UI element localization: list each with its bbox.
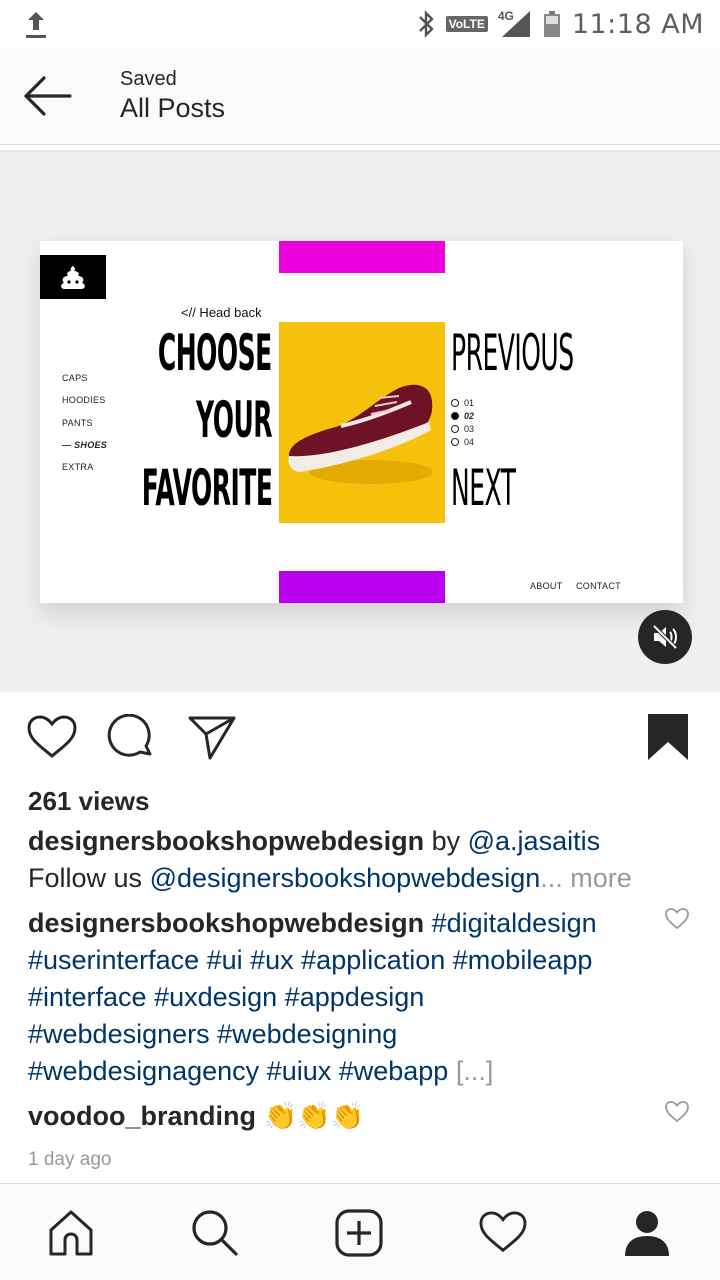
nav-search[interactable]	[188, 1206, 242, 1260]
caption-author[interactable]: designersbookshopwebdesign	[28, 826, 424, 856]
headline-favorite: FAVORITE	[141, 459, 272, 517]
post-media[interactable]: <// Head back CHOOSE YOUR FAVORITE PREVI…	[0, 152, 720, 692]
nav-activity[interactable]	[476, 1206, 530, 1260]
nav-new-post[interactable]	[332, 1206, 386, 1260]
comment-text: 👏👏👏	[263, 1101, 365, 1131]
nav-home[interactable]	[44, 1206, 98, 1260]
bookmark-filled-icon	[648, 714, 688, 760]
pager: 01 02 03 04	[451, 396, 474, 448]
post-timestamp: 1 day ago	[28, 1149, 112, 1170]
paper-plane-icon	[188, 716, 236, 760]
back-button[interactable]	[18, 72, 78, 122]
more-link[interactable]: ... more	[540, 863, 632, 893]
menu-item-shoes: — SHOES	[62, 440, 108, 450]
headline-your: YOUR	[195, 391, 273, 449]
comment-like-icon[interactable]	[664, 1100, 690, 1124]
caption-by: by	[431, 826, 461, 856]
previous-label: PREVIOUS	[451, 324, 574, 382]
menu-item-hoodies: HOODIES	[62, 395, 106, 405]
sneaker-image	[288, 384, 433, 484]
accent-bar-top	[279, 241, 445, 273]
footer-link-contact: CONTACT	[576, 581, 621, 591]
product-panel	[279, 322, 445, 523]
post-image: <// Head back CHOOSE YOUR FAVORITE PREVI…	[40, 241, 683, 603]
caption-follow-line: Follow us @designersbookshopwebdesign...…	[28, 863, 632, 894]
header-subtitle: Saved	[120, 68, 177, 90]
follow-prefix: Follow us	[28, 863, 143, 893]
home-icon	[49, 1210, 93, 1256]
bluetooth-icon	[418, 10, 434, 38]
like-button[interactable]	[26, 714, 78, 762]
status-bar: VoLTE 4G 11:18 AM	[0, 0, 720, 48]
header: Saved All Posts	[0, 48, 720, 145]
accent-bar-bottom	[279, 571, 445, 603]
menu-item-pants: PANTS	[62, 418, 93, 428]
view-count: 261 views	[28, 786, 150, 816]
pager-item-active: 02	[451, 409, 474, 422]
menu-item-extra: EXTRA	[62, 462, 94, 472]
next-label: NEXT	[451, 459, 516, 517]
pager-item: 03	[451, 422, 474, 435]
pager-item: 04	[451, 435, 474, 448]
comment-button[interactable]	[106, 713, 158, 762]
hashtag[interactable]: #digitaldesign	[432, 908, 597, 938]
comment-row: voodoo_branding 👏👏👏	[28, 1100, 364, 1132]
menu-item-caps: CAPS	[62, 373, 88, 383]
nav-profile[interactable]	[620, 1206, 674, 1260]
comment-hashtags[interactable]: #webdesignagency #uiux #webapp	[28, 1056, 448, 1086]
page-title: All Posts	[120, 93, 226, 123]
headline-choose: CHOOSE	[158, 324, 272, 382]
save-button[interactable]	[644, 714, 696, 762]
search-icon	[192, 1210, 238, 1256]
comment-like-icon[interactable]	[664, 907, 690, 931]
head-back-link: <// Head back	[181, 305, 262, 320]
heart-icon	[479, 1211, 527, 1253]
signal-icon: 4G	[498, 9, 532, 39]
follow-mention[interactable]: @designersbookshopwebdesign	[150, 863, 541, 893]
comment-hashtags[interactable]: #webdesigners #webdesigning	[28, 1019, 397, 1050]
footer-link-about: ABOUT	[530, 581, 563, 591]
battery-icon	[543, 11, 560, 37]
comment-icon	[107, 713, 152, 757]
pager-item: 01	[451, 396, 474, 409]
comment-user[interactable]: voodoo_branding	[28, 1101, 256, 1131]
heart-icon	[27, 715, 77, 758]
mute-button[interactable]	[638, 610, 692, 664]
credit-mention[interactable]: @a.jasaitis	[468, 826, 600, 856]
upload-icon	[26, 12, 46, 38]
caption-line: designersbookshopwebdesign by @a.jasaiti…	[28, 826, 600, 857]
arrow-left-icon	[24, 76, 72, 116]
comment-hashtags-last: #webdesignagency #uiux #webapp [...]	[28, 1056, 493, 1087]
poop-logo-icon	[61, 266, 85, 289]
comment-user[interactable]: designersbookshopwebdesign	[28, 908, 424, 938]
profile-icon	[625, 1211, 669, 1256]
status-time: 11:18 AM	[571, 8, 704, 40]
share-button[interactable]	[186, 714, 238, 762]
add-post-icon	[335, 1209, 383, 1257]
comment-row: designersbookshopwebdesign #digitaldesig…	[28, 908, 597, 939]
comment-hashtags[interactable]: #interface #uxdesign #appdesign	[28, 982, 424, 1013]
brand-logo	[40, 255, 106, 299]
volte-badge: VoLTE	[445, 16, 488, 32]
post-actions	[0, 692, 720, 782]
volume-off-icon	[652, 624, 678, 650]
comment-hashtags[interactable]: #userinterface #ui #ux #application #mob…	[28, 945, 592, 976]
bottom-nav	[0, 1183, 720, 1280]
truncation-marker[interactable]: [...]	[456, 1056, 494, 1086]
